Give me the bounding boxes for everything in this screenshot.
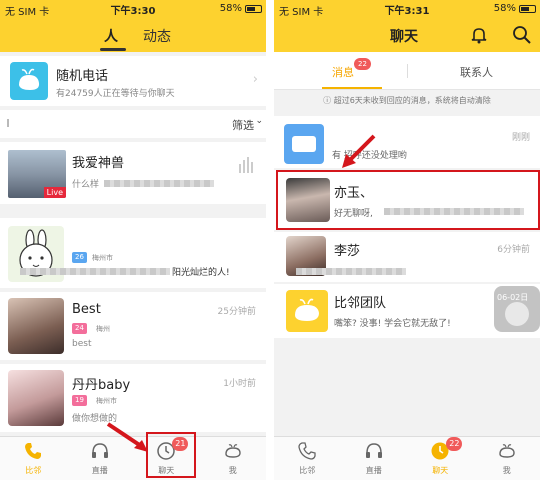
- floating-assist-button[interactable]: 06-02日: [494, 286, 540, 332]
- tab-label: 我: [228, 466, 237, 475]
- user-city: 梅州市: [96, 397, 117, 405]
- tab-me[interactable]: 我: [474, 437, 540, 480]
- notice-bar: ⓘ 超过6天未收到回应的消息，系统将自动清除: [274, 90, 540, 112]
- live-badge: Live: [43, 187, 66, 198]
- filter-button[interactable]: 筛选: [232, 117, 254, 133]
- battery-icon: [519, 4, 536, 13]
- headphones-icon: [365, 443, 382, 458]
- page-title: 聊天: [390, 29, 418, 45]
- live-thumbnail: Live: [8, 150, 66, 198]
- chat-row[interactable]: 李莎 6分钟前: [274, 232, 540, 282]
- tab-me[interactable]: 我: [200, 437, 267, 480]
- live-card[interactable]: Live 我爱神兽 什么样: [0, 142, 266, 204]
- random-call-subtitle: 有24759人正在等待与你聊天: [56, 89, 175, 99]
- chat-name: 李莎: [334, 244, 361, 259]
- segment-divider: [407, 64, 408, 78]
- screenshot-stage: 无 SIM 卡 下午3:30 58% 人 动态 随机电话 有24759人正在等待…: [0, 0, 540, 480]
- whale-icon: [499, 444, 515, 458]
- phone-icon: [25, 443, 42, 459]
- user-time: 1小时前: [223, 379, 256, 389]
- people-screen: 无 SIM 卡 下午3:30 58% 人 动态 随机电话 有24759人正在等待…: [0, 0, 266, 480]
- user-snippet: 阳光灿烂的人!: [172, 268, 230, 278]
- chat-unread-badge: 22: [446, 437, 463, 451]
- status-bar: 无 SIM 卡 下午3:30 58%: [0, 0, 266, 18]
- user-avatar: [8, 370, 64, 426]
- audio-level-icon: [239, 157, 253, 173]
- greeting-avatar: [284, 124, 324, 164]
- tab-label: 聊天: [432, 466, 449, 475]
- annotation-arrow-icon: [342, 134, 376, 168]
- bottom-tab-bar: 比邻 直播 22 聊天 我: [274, 436, 540, 480]
- live-snippet: 什么样: [72, 180, 100, 190]
- chevron-right-icon: ›: [252, 72, 258, 87]
- battery-percent: 58%: [219, 3, 242, 14]
- tab-people[interactable]: 人: [104, 26, 118, 46]
- user-city: 梅州: [96, 325, 110, 333]
- user-name: Best: [72, 302, 101, 317]
- top-header: 人 动态: [0, 18, 266, 52]
- live-name: 我爱神兽: [72, 156, 125, 171]
- bilin-team-whale-icon: [286, 290, 328, 332]
- chevron-down-icon: ⌄: [255, 116, 263, 126]
- battery-percent: 58%: [493, 3, 516, 14]
- user-time: 25分钟前: [217, 307, 256, 317]
- tab-label: 比邻: [299, 466, 316, 475]
- tab-moments[interactable]: 动态: [143, 26, 171, 46]
- blurred-text: [104, 180, 214, 187]
- segment-underline: [322, 87, 382, 89]
- tab-chat[interactable]: 22 聊天: [407, 437, 474, 480]
- chat-name: 比邻团队: [334, 296, 387, 311]
- blurred-text: [20, 268, 170, 275]
- tab-label: 我: [502, 466, 511, 475]
- chat-screen: 无 SIM 卡 下午3:31 58% 聊天 消息 22 联系人 ⓘ 超过6天未收…: [274, 0, 540, 480]
- phone-icon: [298, 442, 316, 460]
- chat-snippet: 嘴笨? 没事! 学会它就无敌了!: [334, 319, 451, 329]
- segment-messages[interactable]: 消息: [332, 64, 354, 80]
- user-level-badge: 26: [72, 252, 87, 263]
- battery-icon: [245, 4, 262, 13]
- tab-label: 比邻: [25, 466, 42, 475]
- assist-circle-icon: [505, 302, 529, 326]
- annotation-arrow-icon: [106, 422, 148, 452]
- tab-bilin[interactable]: 比邻: [0, 437, 67, 480]
- notice-text: 超过6天未收到回应的消息，系统将自动清除: [333, 96, 491, 105]
- messages-badge: 22: [354, 58, 371, 70]
- filter-left-mark: ‖: [6, 118, 10, 127]
- tab-underline: [100, 48, 126, 51]
- random-call-title: 随机电话: [56, 69, 109, 84]
- info-icon: ⓘ: [323, 96, 334, 105]
- filter-row: ‖ 筛选 ⌄: [0, 110, 266, 138]
- chat-time: 6分钟前: [497, 245, 530, 255]
- chat-row[interactable]: 比邻团队 嘴笨? 没事! 学会它就无敌了! 06-02日: [274, 284, 540, 338]
- blurred-text: [296, 268, 406, 275]
- user-card[interactable]: Best 25分钟前 24 梅州 best: [0, 292, 266, 360]
- chat-time: 06-02日: [497, 293, 529, 302]
- tab-bilin[interactable]: 比邻: [274, 437, 341, 480]
- chat-time: 刚刚: [511, 133, 530, 143]
- status-bar: 无 SIM 卡 下午3:31 58%: [274, 0, 540, 18]
- segment-control: 消息 22 联系人: [274, 52, 540, 90]
- highlight-box: [276, 170, 540, 230]
- random-call-whale-icon: [10, 62, 48, 100]
- chat-row[interactable]: 有 招呼还没处理哟 刚刚: [274, 116, 540, 168]
- tab-label: 直播: [91, 466, 108, 475]
- user-snippet: best: [72, 339, 92, 349]
- segment-contacts[interactable]: 联系人: [460, 64, 493, 80]
- user-city: 梅州市: [92, 254, 113, 262]
- user-avatar: [8, 298, 64, 354]
- bell-icon[interactable]: [470, 26, 488, 44]
- user-level-badge: 24: [72, 323, 87, 334]
- random-call-card[interactable]: 随机电话 有24759人正在等待与你聊天 ›: [0, 56, 266, 106]
- search-icon[interactable]: [512, 25, 532, 45]
- tab-label: 直播: [365, 466, 382, 475]
- user-card[interactable]: 26 梅州市 阳光灿烂的人!: [0, 218, 266, 288]
- whale-icon: [225, 444, 241, 458]
- user-name: 丹丹baby: [72, 378, 131, 393]
- battery-group: 58%: [494, 3, 536, 14]
- top-header: 聊天: [274, 18, 540, 52]
- tab-live[interactable]: 直播: [341, 437, 408, 480]
- battery-group: 58%: [220, 3, 262, 14]
- user-level-badge: 19: [72, 395, 87, 406]
